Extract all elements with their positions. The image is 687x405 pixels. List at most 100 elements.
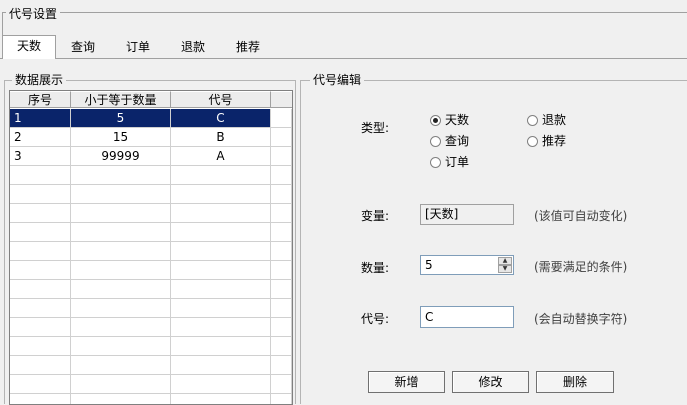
quantity-label: 数量:: [361, 261, 390, 275]
tab-strip-divider: [0, 58, 687, 59]
table-cell: 3: [10, 147, 71, 166]
table-cell: [171, 204, 271, 223]
table-cell-filler: [271, 394, 292, 404]
table-cell: [10, 204, 71, 223]
quantity-stepper[interactable]: 5 ▲ ▼: [420, 255, 514, 275]
table-row-empty: [10, 299, 292, 318]
column-header-filler: [271, 91, 292, 108]
tab-order[interactable]: 订单: [114, 37, 162, 58]
tab-refund[interactable]: 退款: [169, 37, 217, 58]
table-cell: [10, 261, 71, 280]
radio-days-indicator: [430, 114, 441, 126]
table-cell: C: [171, 109, 271, 128]
table-cell: [71, 394, 171, 404]
settings-group-title: 代号设置: [6, 5, 61, 22]
table-cell: [71, 375, 171, 394]
radio-refund-indicator: [527, 114, 538, 126]
delete-button[interactable]: 删除: [536, 371, 614, 393]
table-cell: [10, 280, 71, 299]
table-cell: [171, 280, 271, 299]
table-cell-filler: [271, 147, 292, 166]
table-row[interactable]: 15C: [10, 109, 292, 128]
tab-recommend[interactable]: 推荐: [224, 37, 272, 58]
table-cell-filler: [271, 261, 292, 280]
table-cell-filler: [271, 299, 292, 318]
table-cell: [10, 242, 71, 261]
table-cell: [71, 261, 171, 280]
table-cell: [171, 318, 271, 337]
table-cell: [171, 185, 271, 204]
table-cell: [71, 223, 171, 242]
table-row[interactable]: 3 99999 A: [10, 147, 292, 166]
radio-refund[interactable]: 退款: [527, 112, 566, 128]
code-label: 代号:: [361, 312, 390, 326]
table-cell: [10, 337, 71, 356]
radio-recommend-label: 推荐: [542, 134, 567, 148]
table-cell-filler: [271, 375, 292, 394]
table-cell: [71, 166, 171, 185]
table-cell-filler: [271, 318, 292, 337]
tab-query[interactable]: 查询: [59, 37, 107, 58]
edit-button[interactable]: 修改: [452, 371, 529, 393]
spin-up-icon[interactable]: ▲: [498, 257, 512, 265]
column-header-code[interactable]: 代号: [171, 91, 271, 108]
code-edit-title: 代号编辑: [310, 73, 365, 87]
table-cell: 1: [10, 109, 71, 128]
table-row-empty: [10, 394, 292, 404]
table-cell: [171, 242, 271, 261]
table-cell: 99999: [71, 147, 171, 166]
column-header-index[interactable]: 序号: [10, 91, 71, 108]
type-label: 类型:: [361, 121, 390, 135]
variable-label: 变量:: [361, 209, 390, 223]
table-cell: [171, 166, 271, 185]
table-cell: [171, 394, 271, 404]
radio-days-label: 天数: [445, 113, 470, 127]
code-field[interactable]: C: [420, 306, 514, 328]
table-cell-filler: [271, 242, 292, 261]
table-cell: [171, 223, 271, 242]
table-cell: [71, 318, 171, 337]
data-display-title: 数据展示: [12, 73, 67, 87]
radio-order-indicator: [430, 156, 441, 168]
table-cell: 2: [10, 128, 71, 147]
table-cell: B: [171, 128, 271, 147]
table-cell: [71, 242, 171, 261]
column-header-max-quantity[interactable]: 小于等于数量: [71, 91, 171, 108]
table-cell-filler: [271, 185, 292, 204]
table-cell: [171, 261, 271, 280]
radio-query-label: 查询: [445, 134, 470, 148]
table-row-empty: [10, 166, 292, 185]
radio-recommend[interactable]: 推荐: [527, 133, 566, 149]
table-cell: [10, 356, 71, 375]
table-cell: [71, 299, 171, 318]
add-button[interactable]: 新增: [368, 371, 445, 393]
table-cell: 15: [71, 128, 171, 147]
radio-order[interactable]: 订单: [430, 154, 469, 170]
table-cell: [171, 299, 271, 318]
table-row[interactable]: 2 15 B: [10, 128, 292, 147]
table-row-empty: [10, 318, 292, 337]
table-row-empty: [10, 204, 292, 223]
radio-days[interactable]: 天数: [430, 112, 469, 128]
quantity-hint: (需要满足的条件): [534, 260, 628, 274]
data-grid[interactable]: 序号 小于等于数量 代号 1 5 C 2 15 B 3 99999 A: [9, 90, 293, 405]
table-cell-filler: [271, 337, 292, 356]
code-hint: (会自动替换字符): [534, 312, 628, 326]
table-cell-filler: [271, 166, 292, 185]
table-cell: [10, 375, 71, 394]
radio-query[interactable]: 查询: [430, 133, 469, 149]
radio-query-indicator: [430, 135, 441, 147]
table-cell: [10, 185, 71, 204]
table-row-empty: [10, 356, 292, 375]
table-cell: [71, 337, 171, 356]
table-cell: 5: [71, 109, 171, 128]
table-cell: [10, 299, 71, 318]
variable-hint: (该值可自动变化): [534, 209, 628, 223]
table-row-empty: [10, 261, 292, 280]
spin-down-icon[interactable]: ▼: [498, 265, 512, 273]
tab-days[interactable]: 天数: [2, 35, 56, 59]
table-row-empty: [10, 223, 292, 242]
radio-order-label: 订单: [445, 155, 470, 169]
table-cell: [71, 185, 171, 204]
table-row-empty: [10, 280, 292, 299]
